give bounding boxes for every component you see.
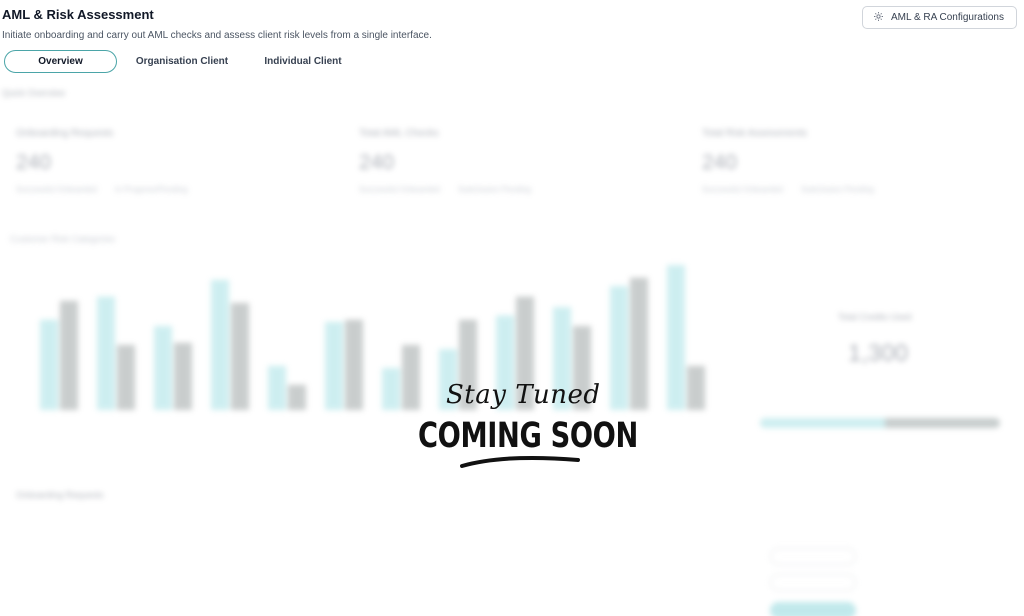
- chart-bar: [439, 349, 457, 410]
- status-pill: [770, 602, 856, 616]
- stat-meta: Submission Pending: [457, 185, 531, 194]
- chart-title: Customer Risk Categories: [10, 234, 116, 244]
- bar-chart: [40, 265, 705, 410]
- chart-bar: [325, 321, 343, 410]
- page-subtitle: Initiate onboarding and carry out AML ch…: [2, 30, 432, 41]
- stat-meta: In Progress/Pending: [114, 185, 188, 194]
- stat-meta: Successful Onboarded: [702, 185, 783, 194]
- stat-value: 240: [16, 151, 52, 174]
- chart-bar: [60, 300, 78, 410]
- stat-card: Onboarding Requests 240 Successful Onboa…: [16, 128, 336, 194]
- chart-bar: [402, 344, 420, 410]
- chart-bar: [687, 365, 705, 410]
- chart-bar: [630, 277, 648, 410]
- stat-meta: Successful Onboarded: [16, 185, 97, 194]
- chart-bar: [496, 315, 514, 410]
- chart-bar: [459, 319, 477, 410]
- status-pill: [770, 548, 856, 565]
- stat-value: 240: [702, 151, 738, 174]
- chart-bar: [553, 307, 571, 410]
- table-title: Onboarding Requests: [16, 490, 104, 500]
- stat-title: Total AML Checks: [359, 128, 439, 139]
- chart-bar: [174, 342, 192, 410]
- chart-bar: [288, 384, 306, 410]
- credits-progress-bar: [760, 418, 1000, 428]
- section-label: Quick Overview: [2, 88, 66, 98]
- blurred-dashboard: Quick Overview Onboarding Requests 240 S…: [0, 84, 1024, 616]
- page-title: AML & Risk Assessment: [2, 7, 154, 22]
- credits-progress-fill: [760, 418, 885, 428]
- chart-bar: [117, 344, 135, 410]
- status-pill: [770, 574, 856, 591]
- page-header: AML & Risk Assessment Initiate onboardin…: [0, 0, 1024, 84]
- chart-bar: [268, 365, 286, 410]
- tab-overview[interactable]: Overview: [4, 50, 117, 73]
- stat-title: Total Risk Assessments: [702, 128, 808, 139]
- chart-bar: [516, 296, 534, 410]
- stat-meta: Submission Pending: [800, 185, 874, 194]
- total-credits-value: 1,300: [848, 340, 909, 367]
- config-button-label: AML & RA Configurations: [890, 12, 1004, 23]
- chart-bar: [382, 368, 400, 410]
- chart-bar: [573, 326, 591, 410]
- tab-bar: Overview Organisation Client Individual …: [4, 50, 359, 73]
- stat-card: Total Risk Assessments 240 Successful On…: [702, 128, 1022, 194]
- total-credits-label: Total Credits Used: [838, 312, 912, 322]
- aml-ra-configurations-button[interactable]: AML & RA Configurations: [861, 6, 1017, 29]
- tab-organisation-client[interactable]: Organisation Client: [117, 50, 247, 73]
- chart-bar: [211, 279, 229, 410]
- tab-individual-client[interactable]: Individual Client: [247, 50, 359, 73]
- chart-bar: [97, 296, 115, 410]
- stat-value: 240: [359, 151, 395, 174]
- chart-bar: [231, 302, 249, 410]
- chart-bar: [154, 326, 172, 410]
- stat-card: Total AML Checks 240 Successful Onboarde…: [359, 128, 679, 194]
- chart-bar: [610, 286, 628, 410]
- chart-bar: [667, 265, 685, 410]
- stat-title: Onboarding Requests: [16, 128, 114, 139]
- chart-bar: [40, 319, 58, 410]
- gear-icon: [873, 11, 884, 25]
- stat-meta: Successful Onboarded: [359, 185, 440, 194]
- chart-bar: [345, 319, 363, 410]
